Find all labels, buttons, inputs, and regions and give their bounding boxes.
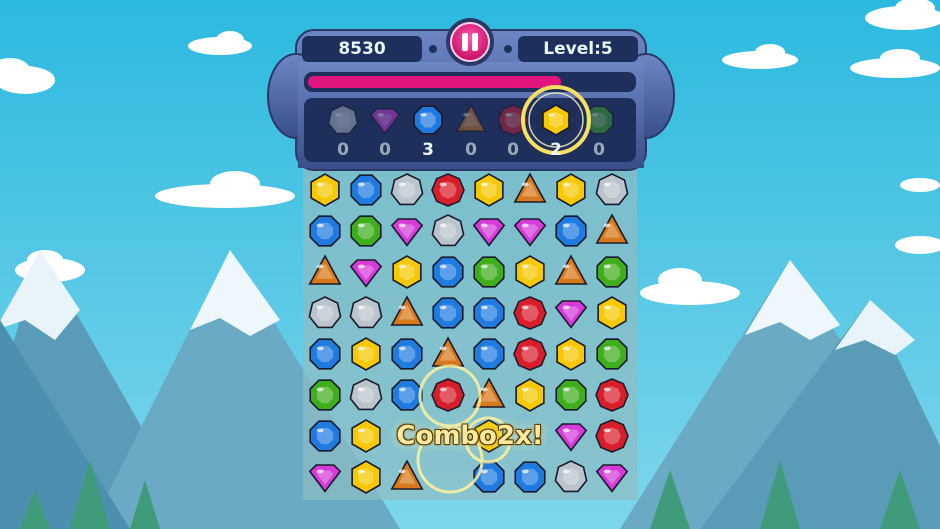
goal-gem-yellow[interactable] — [542, 104, 570, 136]
gem-green[interactable] — [473, 256, 505, 288]
pause-button[interactable] — [446, 18, 494, 66]
gem-yellow[interactable] — [556, 173, 586, 207]
goal-silver-icon — [327, 104, 359, 135]
gem-red[interactable] — [513, 296, 547, 330]
gem-yellow[interactable] — [597, 296, 627, 330]
gem-silver[interactable] — [349, 296, 383, 329]
goal-count-green: 0 — [593, 140, 605, 160]
goal-gem-silver[interactable] — [327, 104, 359, 135]
gem-green[interactable] — [350, 215, 382, 247]
gem-silver[interactable] — [431, 214, 465, 247]
goal-count-red: 0 — [507, 140, 519, 160]
gem-silver[interactable] — [595, 173, 629, 206]
gem-blue[interactable] — [309, 338, 341, 370]
combo-text: Combo2x! — [396, 421, 544, 451]
gem-green[interactable] — [555, 379, 587, 411]
gem-green[interactable] — [596, 338, 628, 370]
gem-blue[interactable] — [350, 174, 382, 206]
gem-yellow[interactable] — [351, 337, 381, 371]
gem-red[interactable] — [595, 378, 629, 412]
gem-silver[interactable] — [308, 296, 342, 329]
gem-silver[interactable] — [390, 173, 424, 206]
gem-red[interactable] — [431, 378, 465, 412]
gem-yellow[interactable] — [556, 337, 586, 371]
gem-blue[interactable] — [309, 420, 341, 452]
gem-blue[interactable] — [432, 297, 464, 329]
goal-count-silver: 0 — [337, 140, 349, 160]
goal-count-purple: 0 — [379, 140, 391, 160]
gem-silver[interactable] — [554, 460, 588, 493]
goal-yellow-icon — [542, 104, 570, 136]
goal-blue-icon — [413, 105, 443, 135]
gem-blue[interactable] — [555, 215, 587, 247]
gem-yellow[interactable] — [351, 460, 381, 494]
gem-yellow[interactable] — [310, 173, 340, 207]
goal-count-yellow: 2 — [550, 140, 562, 160]
goal-count-orange: 0 — [465, 140, 477, 160]
cloud — [900, 178, 940, 192]
gem-blue[interactable] — [391, 379, 423, 411]
gem-blue[interactable] — [391, 338, 423, 370]
gem-blue[interactable] — [309, 215, 341, 247]
gem-blue[interactable] — [473, 338, 505, 370]
gem-yellow[interactable] — [515, 378, 545, 412]
gem-red[interactable] — [431, 173, 465, 207]
gem-blue[interactable] — [514, 461, 546, 493]
progress-fill — [308, 76, 561, 88]
gem-blue[interactable] — [432, 256, 464, 288]
gem-red[interactable] — [513, 337, 547, 371]
gem-green[interactable] — [309, 379, 341, 411]
gem-blue[interactable] — [473, 297, 505, 329]
goal-gem-blue[interactable] — [413, 105, 443, 135]
gem-red[interactable] — [595, 419, 629, 453]
gem-yellow[interactable] — [474, 173, 504, 207]
gem-green[interactable] — [596, 256, 628, 288]
gem-silver[interactable] — [349, 378, 383, 411]
gem-yellow[interactable] — [515, 255, 545, 289]
level-label: Level:5 — [543, 39, 613, 59]
gem-yellow[interactable] — [392, 255, 422, 289]
goal-count-blue: 3 — [422, 140, 434, 160]
score-value: 8530 — [338, 39, 386, 59]
